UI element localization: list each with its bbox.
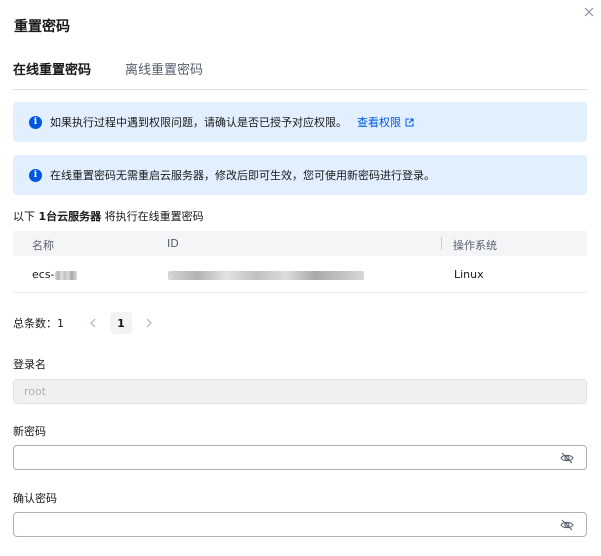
column-id: ID <box>167 237 179 250</box>
server-count: 1台云服务器 <box>38 210 102 223</box>
dialog-title: 重置密码 <box>14 19 70 35</box>
summary-prefix: 以下 <box>13 210 39 223</box>
table-row: ecs- Linux <box>13 256 587 293</box>
confirm-password-input[interactable] <box>13 512 587 537</box>
permission-alert: i 如果执行过程中遇到权限问题，请确认是否已授予对应权限。 查看权限 <box>13 102 587 142</box>
info-icon: i <box>29 168 42 182</box>
new-password-input[interactable] <box>13 445 587 470</box>
close-icon[interactable] <box>582 5 596 19</box>
chevron-left-icon[interactable] <box>86 316 100 330</box>
login-name-label: 登录名 <box>13 358 46 371</box>
redacted-id <box>168 270 364 280</box>
server-summary: 以下 1台云服务器 将执行在线重置密码 <box>13 208 204 224</box>
eye-off-icon[interactable] <box>560 518 574 532</box>
table-header: 名称 ID 操作系统 <box>13 231 587 256</box>
total-label: 总条数： <box>13 317 57 330</box>
server-table: 名称 ID 操作系统 ecs- Linux <box>13 231 587 293</box>
new-password-label: 新密码 <box>13 425 46 438</box>
pagination: 总条数： 1 1 <box>13 311 156 335</box>
tab-bar: 在线重置密码 离线重置密码 <box>13 62 587 90</box>
server-id-cell <box>168 268 364 281</box>
page-button-1[interactable]: 1 <box>110 312 132 334</box>
server-name-cell: ecs- <box>32 268 77 281</box>
login-name-value: root <box>24 385 47 398</box>
chevron-right-icon[interactable] <box>142 316 156 330</box>
tab-online-reset[interactable]: 在线重置密码 <box>13 62 91 90</box>
server-name: ecs- <box>32 268 55 281</box>
view-permissions-label: 查看权限 <box>357 116 401 129</box>
permission-alert-text: 如果执行过程中遇到权限问题，请确认是否已授予对应权限。 <box>50 116 347 129</box>
server-os: Linux <box>454 268 484 281</box>
summary-suffix: 将执行在线重置密码 <box>101 210 204 223</box>
column-os: 操作系统 <box>453 239 497 252</box>
confirm-password-label: 确认密码 <box>13 492 57 505</box>
no-restart-alert-text: 在线重置密码无需重启云服务器，修改后即可生效，您可使用新密码进行登录。 <box>50 169 435 182</box>
info-icon: i <box>29 115 42 129</box>
no-restart-alert: i 在线重置密码无需重启云服务器，修改后即可生效，您可使用新密码进行登录。 <box>13 155 587 195</box>
redacted-name <box>54 270 77 280</box>
total-count: 1 <box>57 316 64 330</box>
column-name: 名称 <box>32 239 54 252</box>
login-name-input: root <box>13 379 587 404</box>
eye-off-icon[interactable] <box>560 451 574 465</box>
view-permissions-link[interactable]: 查看权限 <box>357 114 414 130</box>
external-link-icon <box>405 118 414 126</box>
column-divider <box>441 237 442 250</box>
tab-offline-reset[interactable]: 离线重置密码 <box>125 62 203 90</box>
